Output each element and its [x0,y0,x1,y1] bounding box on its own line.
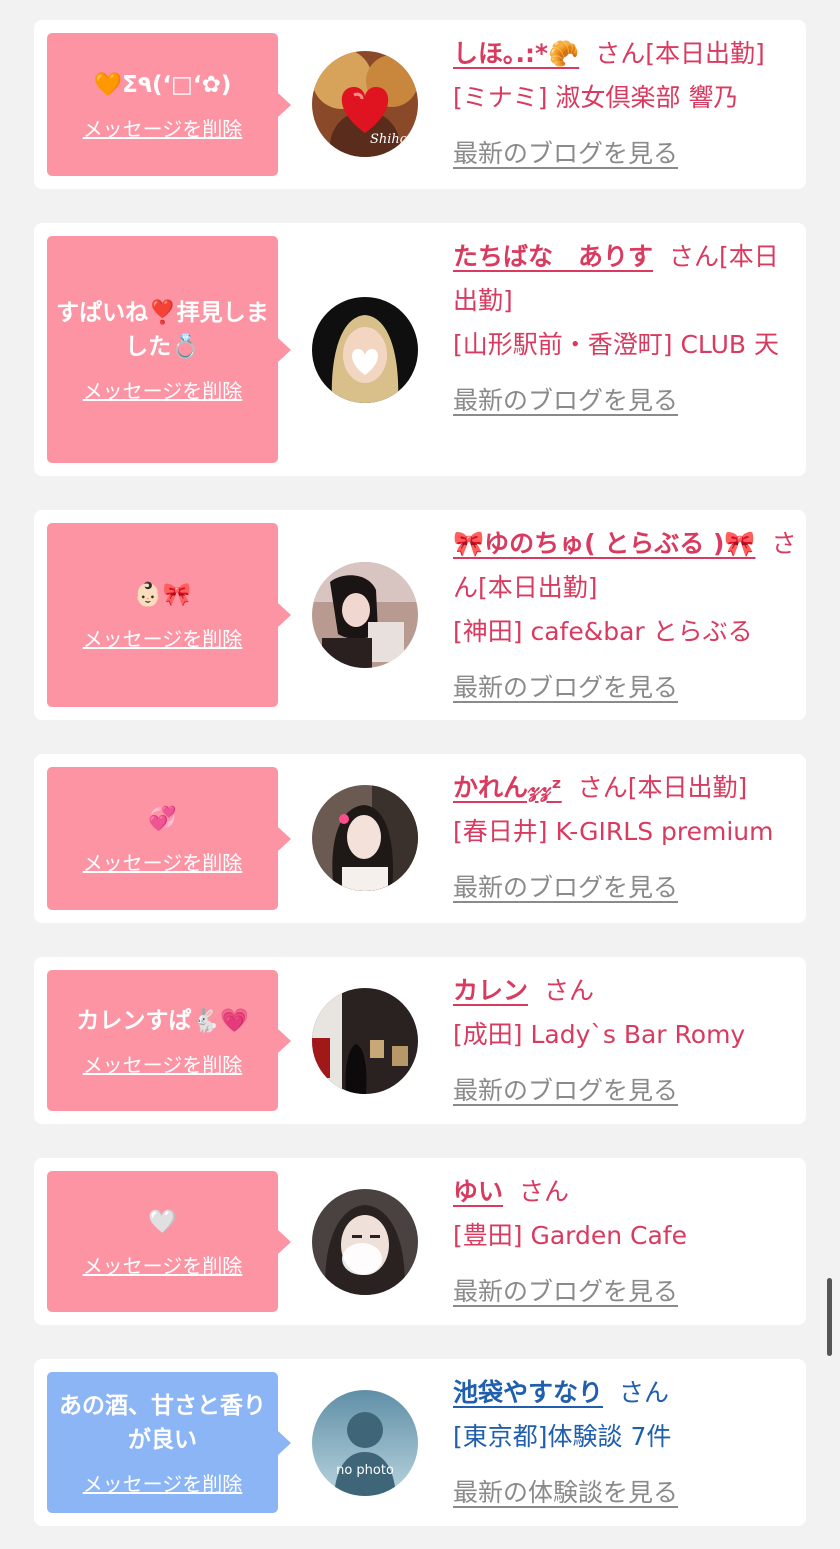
user-name-link[interactable]: 🎀ゆのちゅ( とらぶる )🎀 [453,529,756,558]
user-name-link[interactable]: 池袋やすなり [453,1378,603,1407]
user-avatar[interactable]: Shiho [312,51,418,157]
message-text: 💞 [148,805,177,832]
latest-review-link[interactable]: 最新の体験談を見る [453,1471,678,1515]
svg-text:Shiho: Shiho [370,132,408,147]
delete-message-link[interactable]: メッセージを削除 [83,850,243,876]
message-bubble: あの酒、甘さと香りが良い メッセージを削除 [47,1372,291,1513]
scrollbar[interactable] [827,1278,832,1356]
message-text: 👶🏻🎀 [133,582,192,608]
message-card: 🧡Σ٩(ʻ□ʻ✿) メッセージを削除 Shiho しほ｡.:*🥐 さん[本日出勤]… [34,20,806,189]
latest-blog-link[interactable]: 最新のブログを見る [453,132,678,176]
message-card: カレンすぱ🐇💗 メッセージを削除 カレン さん [成田] Lady`s Bar R… [34,957,806,1124]
user-info: しほ｡.:*🥐 さん[本日出勤] [ミナミ] 淑女倶楽部 響乃 最新のブログを見る [453,32,798,176]
user-avatar[interactable] [312,785,418,891]
latest-blog-link[interactable]: 最新のブログを見る [453,866,678,910]
delete-message-link[interactable]: メッセージを削除 [83,626,243,652]
user-name-link[interactable]: ゆい [453,1177,503,1206]
user-status: さん[本日出勤] [595,39,765,68]
message-bubble: 🧡Σ٩(ʻ□ʻ✿) メッセージを削除 [47,33,291,176]
shop-info: [神田] cafe&bar とらぶる [453,617,753,646]
message-text: あの酒、甘さと香りが良い [59,1392,266,1453]
delete-message-link[interactable]: メッセージを削除 [83,1253,243,1279]
delete-message-link[interactable]: メッセージを削除 [83,1052,243,1078]
message-card: 💞 メッセージを削除 かれん𝓏𝓏ᶻ さん[本日出勤] [春日井] K-GIRLS … [34,754,806,923]
user-avatar[interactable] [312,988,418,1094]
latest-blog-link[interactable]: 最新のブログを見る [453,1270,678,1314]
message-text: すぱいね❣️拝見しました💍 [56,299,269,360]
shop-info: [春日井] K-GIRLS premium [453,817,774,846]
avatar-girl-photo [312,562,418,668]
user-info: 池袋やすなり さん [東京都]体験談 7件 最新の体験談を見る [453,1371,798,1515]
user-info: ゆい さん [豊田] Garden Cafe 最新のブログを見る [453,1170,798,1314]
user-info: 🎀ゆのちゅ( とらぶる )🎀 さん[本日出勤] [神田] cafe&bar とらぶ… [453,522,798,710]
avatar-no-photo: no photo [312,1390,418,1496]
latest-blog-link[interactable]: 最新のブログを見る [453,379,678,423]
user-avatar[interactable] [312,297,418,403]
user-name-link[interactable]: しほ｡.:*🥐 [453,39,579,68]
user-avatar[interactable]: no photo [312,1390,418,1496]
shop-info: [東京都]体験談 7件 [453,1422,672,1451]
avatar-blonde-photo [312,297,418,403]
user-status: さん[本日出勤] [577,773,748,802]
user-info: かれん𝓏𝓏ᶻ さん[本日出勤] [春日井] K-GIRLS premium 最新の… [453,766,798,910]
message-list-page: 🧡Σ٩(ʻ□ʻ✿) メッセージを削除 Shiho しほ｡.:*🥐 さん[本日出勤]… [0,0,840,1549]
message-bubble: カレンすぱ🐇💗 メッセージを削除 [47,970,291,1111]
message-bubble: すぱいね❣️拝見しました💍 メッセージを削除 [47,236,291,463]
message-card: すぱいね❣️拝見しました💍 メッセージを削除 たちばな ありす さん[本日出勤] … [34,223,806,476]
latest-blog-link[interactable]: 最新のブログを見る [453,666,678,710]
shop-info: [豊田] Garden Cafe [453,1221,687,1250]
user-status: さん [619,1378,670,1407]
message-text: 🧡Σ٩(ʻ□ʻ✿) [93,71,232,98]
latest-blog-link[interactable]: 最新のブログを見る [453,1069,678,1113]
avatar-gallery-photo [312,988,418,1094]
user-name-link[interactable]: たちばな ありす [453,242,653,271]
message-card: 🤍 メッセージを削除 ゆい さん [豊田] Garden Cafe 最新のブログを… [34,1158,806,1325]
message-bubble: 🤍 メッセージを削除 [47,1171,291,1312]
shop-info: [ミナミ] 淑女倶楽部 響乃 [453,83,739,112]
user-info: カレン さん [成田] Lady`s Bar Romy 最新のブログを見る [453,969,798,1113]
avatar-selfie-photo [312,785,418,891]
shop-info: [成田] Lady`s Bar Romy [453,1020,746,1049]
avatar-heart-photo: Shiho [312,51,418,157]
message-text: カレンすぱ🐇💗 [76,1007,249,1034]
user-name-link[interactable]: カレン [453,976,528,1005]
user-avatar[interactable] [312,562,418,668]
message-text: 🤍 [148,1208,177,1235]
user-status: さん [544,976,595,1005]
delete-message-link[interactable]: メッセージを削除 [83,116,243,142]
user-name-link[interactable]: かれん𝓏𝓏ᶻ [453,773,562,802]
no-photo-label: no photo [336,1463,394,1478]
message-bubble: 👶🏻🎀 メッセージを削除 [47,523,291,707]
message-card: あの酒、甘さと香りが良い メッセージを削除 no photo 池袋やすなり さん … [34,1359,806,1526]
avatar-blur-photo [312,1189,418,1295]
shop-info: [山形駅前・香澄町] CLUB 天 [453,330,779,359]
delete-message-link[interactable]: メッセージを削除 [83,378,243,404]
user-info: たちばな ありす さん[本日出勤] [山形駅前・香澄町] CLUB 天 最新のブロ… [453,235,798,423]
user-avatar[interactable] [312,1189,418,1295]
message-bubble: 💞 メッセージを削除 [47,767,291,910]
user-status: さん [519,1177,570,1206]
message-card: 👶🏻🎀 メッセージを削除 🎀ゆのちゅ( とらぶる )🎀 さん[本日出勤] [神田]… [34,510,806,720]
delete-message-link[interactable]: メッセージを削除 [83,1471,243,1497]
